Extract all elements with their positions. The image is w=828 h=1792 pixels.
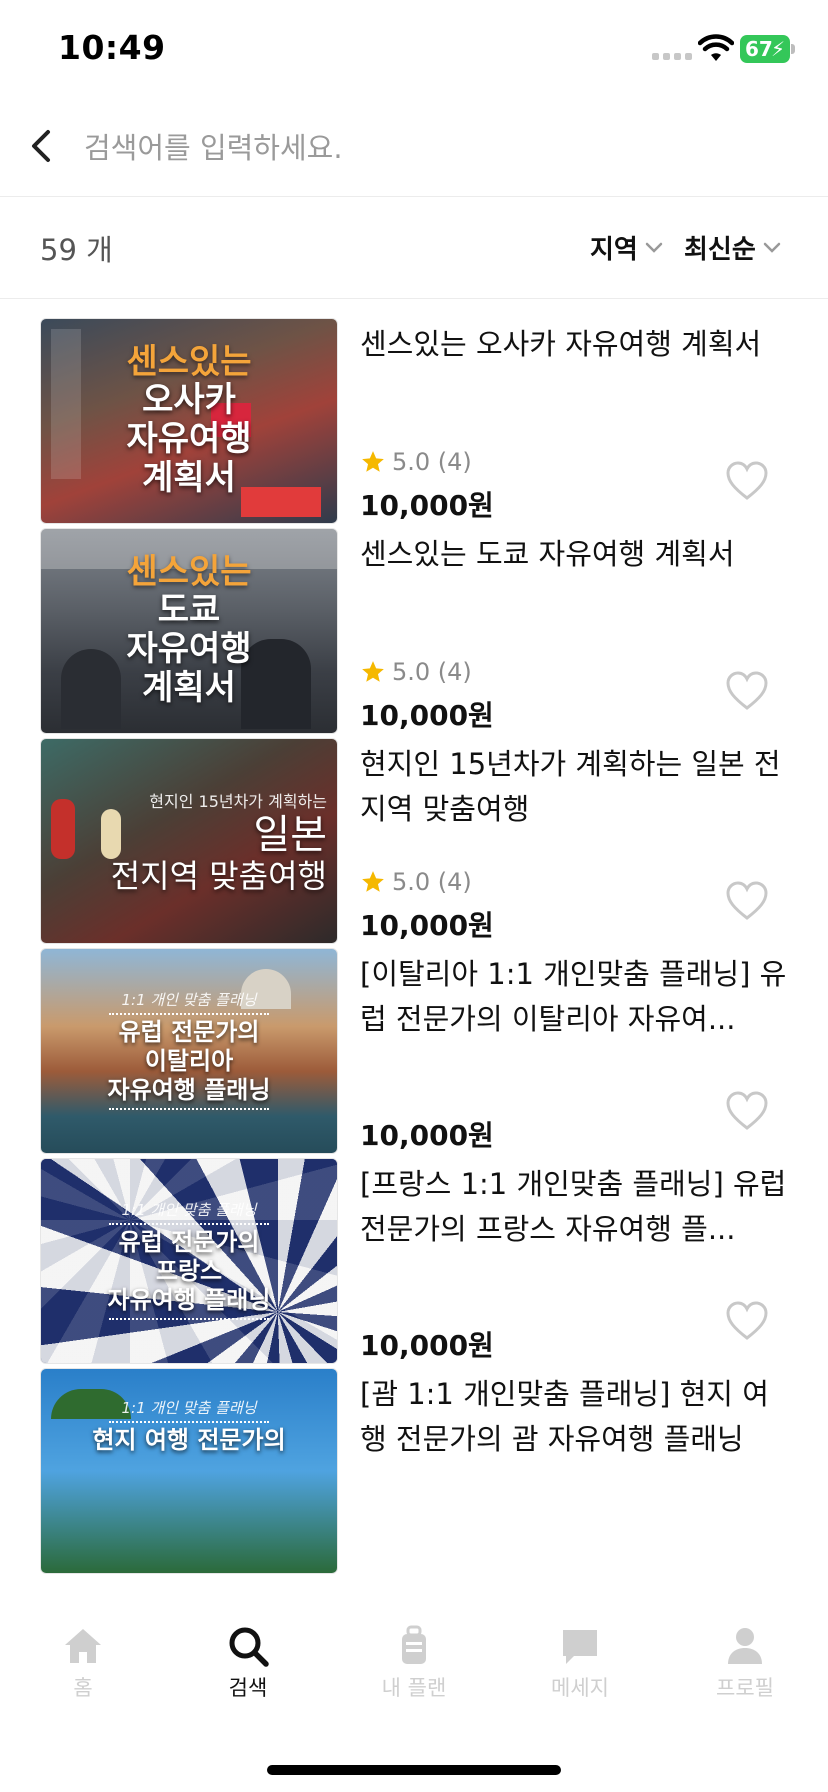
- item-thumbnail[interactable]: 센스있는 오사카 자유여행 계획서: [40, 318, 338, 524]
- chat-bubble-icon: [563, 1630, 597, 1664]
- thumb-text-line: 센스있는: [126, 551, 252, 592]
- rating-text: 5.0 (4): [392, 448, 472, 476]
- tab-label: 내 플랜: [381, 1676, 447, 1700]
- search-icon: [229, 1627, 269, 1667]
- item-thumbnail[interactable]: 1:1 개인 맞춤 플래닝 현지 여행 전문가의: [40, 1368, 338, 1574]
- tab-search[interactable]: 검색: [193, 1624, 303, 1702]
- dotted-divider: [109, 1013, 269, 1016]
- dotted-divider: [109, 1421, 269, 1423]
- thumb-text-line: 유럽 전문가의: [118, 1018, 260, 1047]
- thumb-text-line: 계획서: [142, 458, 236, 499]
- thumb-text-line: 유럽 전문가의: [118, 1228, 260, 1257]
- luggage-icon: [402, 1625, 426, 1664]
- wifi-icon: [698, 34, 734, 61]
- home-icon: [65, 1629, 101, 1663]
- item-thumbnail[interactable]: 현지인 15년차가 계획하는 일본 전지역 맞춤여행: [40, 738, 338, 944]
- item-title[interactable]: [괌 1:1 개인맞춤 플래닝] 현지 여행 전문가의 괌 자유여행 플래닝: [360, 1372, 790, 1462]
- region-filter-label: 지역: [590, 235, 638, 265]
- tab-messages[interactable]: 메세지: [525, 1624, 635, 1702]
- tab-my-plan[interactable]: 내 플랜: [359, 1624, 469, 1702]
- star-icon: [362, 871, 384, 892]
- item-rating: 5.0 (4): [360, 448, 472, 476]
- thumb-text-line: 프랑스: [155, 1257, 223, 1286]
- thumb-text-line: 1:1 개인 맞춤 플래닝: [121, 991, 257, 1010]
- thumb-text-line: 자유여행: [126, 419, 252, 460]
- thumb-text-line: 자유여행 플래닝: [107, 1075, 271, 1104]
- sort-filter-button[interactable]: 최신순: [684, 229, 782, 266]
- list-item[interactable]: 1:1 개인 맞춤 플래닝 유럽 전문가의 프랑스 자유여행 플래닝 [프랑스 …: [0, 1140, 828, 1380]
- item-thumbnail[interactable]: 1:1 개인 맞춤 플래닝 유럽 전문가의 프랑스 자유여행 플래닝: [40, 1158, 338, 1364]
- dotted-divider: [109, 1317, 269, 1320]
- item-title[interactable]: 센스있는 도쿄 자유여행 계획서: [360, 532, 790, 577]
- star-icon: [362, 451, 384, 472]
- heart-icon[interactable]: [724, 670, 770, 712]
- search-input[interactable]: [84, 122, 784, 174]
- list-item[interactable]: 현지인 15년차가 계획하는 일본 전지역 맞춤여행 현지인 15년차가 계획하…: [0, 720, 828, 960]
- list-item[interactable]: 센스있는 도쿄 자유여행 계획서 센스있는 도쿄 자유여행 계획서 5.0 (4…: [0, 510, 828, 750]
- back-arrow-icon[interactable]: [22, 120, 62, 172]
- chevron-down-icon: [645, 242, 663, 253]
- result-count: 59 개: [40, 233, 113, 267]
- chevron-down-icon: [763, 242, 781, 253]
- heart-icon[interactable]: [724, 460, 770, 502]
- heart-icon[interactable]: [724, 1300, 770, 1342]
- star-icon: [362, 661, 384, 682]
- item-rating: 5.0 (4): [360, 658, 472, 686]
- item-thumbnail[interactable]: 1:1 개인 맞춤 플래닝 유럽 전문가의 이탈리아 자유여행 플래닝: [40, 948, 338, 1154]
- heart-icon[interactable]: [724, 1090, 770, 1132]
- battery-tail: [791, 44, 795, 54]
- thumb-text-line: 전지역 맞춤여행: [110, 856, 327, 895]
- result-list[interactable]: 센스있는 오사카 자유여행 계획서 센스있는 오사카 자유여행 계획서 5.0 …: [0, 300, 828, 1610]
- search-header: [0, 100, 828, 197]
- item-thumbnail[interactable]: 센스있는 도쿄 자유여행 계획서: [40, 528, 338, 734]
- thumb-text-line: 1:1 개인 맞춤 플래닝: [121, 1201, 257, 1220]
- item-title[interactable]: 현지인 15년차가 계획하는 일본 전지역 맞춤여행: [360, 742, 790, 832]
- thumb-text-line: 계획서: [142, 668, 236, 709]
- item-title[interactable]: [프랑스 1:1 개인맞춤 플래닝] 유럽 전문가의 프랑스 자유여행 플...: [360, 1162, 790, 1252]
- thumb-text-line: 센스있는: [126, 341, 252, 382]
- list-item[interactable]: 1:1 개인 맞춤 플래닝 유럽 전문가의 이탈리아 자유여행 플래닝 [이탈리…: [0, 930, 828, 1170]
- tab-label: 프로필: [716, 1676, 774, 1700]
- person-icon: [728, 1628, 762, 1664]
- bottom-tab-bar: 홈 검색 내 플랜 메세지 프로필: [0, 1610, 828, 1710]
- dotted-divider: [109, 1223, 269, 1226]
- thumb-text-line: 도쿄: [157, 590, 221, 631]
- thumb-text-line: 현지 여행 전문가의: [92, 1426, 286, 1454]
- charging-bolt-icon: ⚡: [770, 37, 785, 61]
- thumb-text-line: 자유여행: [126, 629, 252, 670]
- cellular-signal-icon: [652, 53, 692, 60]
- heart-icon[interactable]: [724, 880, 770, 922]
- thumb-text-line: 일본: [253, 811, 327, 858]
- dotted-divider: [109, 1107, 269, 1110]
- item-title[interactable]: [이탈리아 1:1 개인맞춤 플래닝] 유럽 전문가의 이탈리아 자유여...: [360, 952, 790, 1042]
- tab-profile[interactable]: 프로필: [690, 1624, 800, 1702]
- status-bar: 10:49 67 ⚡: [0, 0, 828, 100]
- status-time: 10:49: [58, 28, 166, 67]
- thumb-text-line: 오사카: [142, 380, 236, 421]
- sort-filter-label: 최신순: [684, 235, 756, 265]
- region-filter-button[interactable]: 지역: [590, 229, 664, 266]
- rating-text: 5.0 (4): [392, 658, 472, 686]
- tab-label: 검색: [228, 1676, 268, 1700]
- tab-home[interactable]: 홈: [28, 1624, 138, 1702]
- battery-level: 67: [745, 37, 773, 61]
- rating-text: 5.0 (4): [392, 868, 472, 896]
- list-item[interactable]: 센스있는 오사카 자유여행 계획서 센스있는 오사카 자유여행 계획서 5.0 …: [0, 300, 828, 540]
- thumb-text-line: 자유여행 플래닝: [107, 1285, 271, 1314]
- tab-label: 메세지: [551, 1676, 609, 1700]
- results-toolbar: 59 개 지역 최신순: [0, 197, 828, 299]
- item-title[interactable]: 센스있는 오사카 자유여행 계획서: [360, 322, 790, 367]
- tab-label: 홈: [73, 1676, 93, 1700]
- thumb-text-line: 이탈리아: [144, 1047, 234, 1076]
- thumb-text-line: 현지인 15년차가 계획하는: [149, 791, 327, 811]
- item-rating: 5.0 (4): [360, 868, 472, 896]
- list-item[interactable]: 1:1 개인 맞춤 플래닝 현지 여행 전문가의 [괌 1:1 개인맞춤 플래닝…: [0, 1350, 828, 1590]
- thumb-text-line: 1:1 개인 맞춤 플래닝: [121, 1399, 257, 1417]
- battery-indicator: 67 ⚡: [740, 35, 790, 63]
- home-indicator: [267, 1765, 561, 1775]
